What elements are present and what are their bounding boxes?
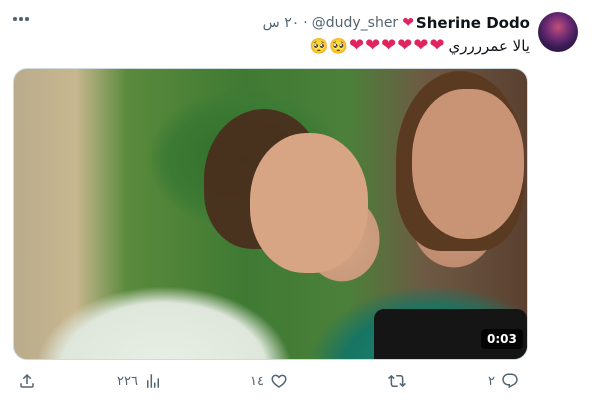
views-count: ٢٢٦: [117, 373, 138, 389]
avatar[interactable]: [538, 12, 578, 52]
share-icon: [20, 373, 34, 388]
retweet-button[interactable]: [388, 370, 412, 392]
tweet-text-body: يالا عمرررري: [448, 37, 530, 55]
heart-icon: ❤: [402, 15, 414, 31]
share-button[interactable]: [18, 370, 36, 392]
reply-bubble-icon: [502, 373, 518, 389]
heart-outline-icon: [271, 374, 287, 388]
reply-button[interactable]: ٢: [488, 370, 519, 392]
retweet-icon: [388, 374, 406, 388]
tweet-text: يالا عمرررري 🥺 🥺 ❤ ❤ ❤ ❤ ❤ ❤: [310, 34, 530, 58]
dot-icon: [25, 17, 29, 21]
action-bar: ٢٢٦ ١٤ ٢: [0, 364, 592, 398]
tweet-header: ٢٠ س · @dudy_sher ❤ Sherine Dodo: [263, 12, 530, 34]
video-duration-badge: 0:03: [481, 329, 523, 349]
replies-count: ٢: [488, 373, 495, 389]
more-options-button[interactable]: [10, 12, 32, 26]
tweet[interactable]: ٢٠ س · @dudy_sher ❤ Sherine Dodo يالا عم…: [0, 0, 592, 406]
pleading-face-icon: 🥺: [309, 36, 329, 55]
timestamp[interactable]: ٢٠ س: [263, 15, 300, 31]
separator-dot: ·: [303, 15, 308, 31]
pleading-face-icon: 🥺: [329, 36, 348, 55]
red-heart-icon: ❤: [429, 35, 445, 56]
video-player[interactable]: 0:03: [13, 68, 528, 360]
display-name[interactable]: Sherine Dodo: [416, 14, 530, 32]
dot-icon: [19, 17, 23, 21]
red-heart-icon: ❤: [365, 35, 381, 56]
views-chart-icon: [146, 374, 159, 388]
tweet-emojis: 🥺 🥺 ❤ ❤ ❤ ❤ ❤ ❤: [310, 37, 445, 55]
likes-count: ١٤: [250, 373, 264, 389]
dot-icon: [13, 17, 17, 21]
red-heart-icon: ❤: [413, 35, 429, 56]
red-heart-icon: ❤: [397, 35, 413, 56]
user-handle[interactable]: @dudy_sher: [312, 15, 398, 31]
red-heart-icon: ❤: [348, 35, 365, 56]
red-heart-icon: ❤: [381, 35, 397, 56]
video-frame-shape: [250, 133, 368, 273]
video-frame-shape: [412, 89, 524, 239]
views-button[interactable]: ٢٢٦: [117, 370, 162, 392]
like-button[interactable]: ١٤: [250, 370, 288, 392]
